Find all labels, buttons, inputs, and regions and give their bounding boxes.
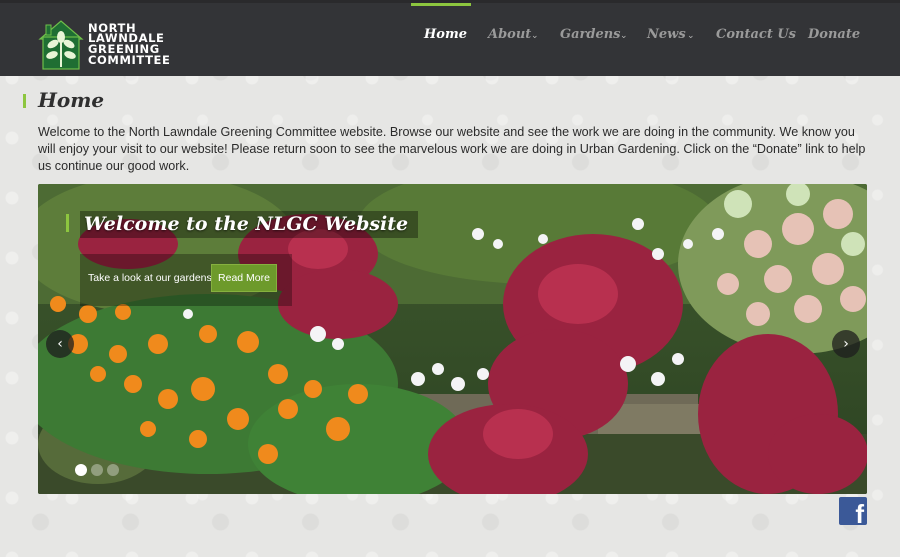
nav-contact-us[interactable]: Contact Us [716,27,796,42]
read-more-button[interactable]: Read More [211,264,277,292]
caption-accent-bar [66,214,69,232]
next-slide-arrow-icon[interactable]: › [832,330,860,358]
nav-news[interactable]: News [647,27,686,42]
facebook-glyph: f [855,499,864,525]
nav-home[interactable]: Home [424,27,467,42]
main-nav: Home About ⌄ Gardens ⌄ News ⌄ Contact Us… [0,27,900,51]
about-chevron-down-icon[interactable]: ⌄ [531,30,539,41]
slide-dots [75,464,119,476]
previous-slide-arrow-icon[interactable]: ‹ [46,330,74,358]
slide-dot-1[interactable] [75,464,87,476]
nav-gardens[interactable]: Gardens [560,27,621,42]
gardens-chevron-down-icon[interactable]: ⌄ [620,30,628,41]
nav-about[interactable]: About [488,27,531,42]
image-slider[interactable]: Welcome to the NLGC Website Take a look … [38,184,867,494]
slide-dot-2[interactable] [91,464,103,476]
nav-active-indicator [411,3,471,6]
logo-line-4: COMMITTEE [88,52,171,67]
site-header: NORTH LAWNDALE GREENING COMMITTEE Home A… [0,0,900,76]
slide-caption-text: Take a look at our gardens! [88,272,215,284]
slide-caption-title: Welcome to the NLGC Website [80,211,419,238]
slide-dot-3[interactable] [107,464,119,476]
page-title: Home [38,88,105,112]
nav-donate[interactable]: Donate [808,27,860,42]
facebook-icon[interactable]: f [839,497,867,525]
intro-paragraph: Welcome to the North Lawndale Greening C… [38,125,866,173]
news-chevron-down-icon[interactable]: ⌄ [687,30,695,41]
title-accent-bar [23,94,26,108]
